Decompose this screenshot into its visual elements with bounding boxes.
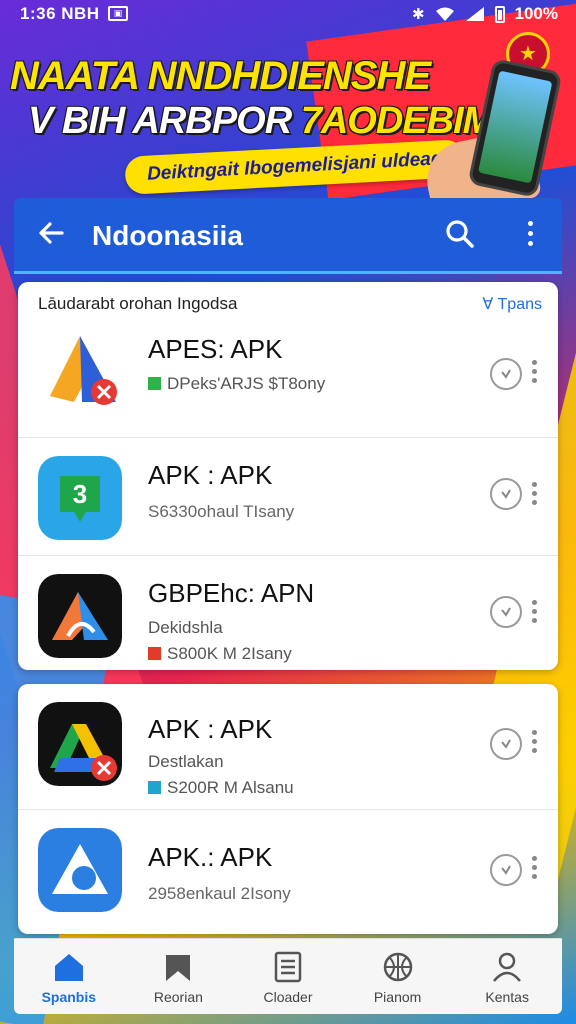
bottom-navigation: Spanbis Reorian Cloader Pianom Kentas xyxy=(14,938,562,1014)
status-bar: 1:36 NBH ▣ ✱ 100% xyxy=(0,0,576,30)
download-button[interactable] xyxy=(490,478,522,510)
app-name: APK : APK xyxy=(148,714,273,744)
app-developer: Destlakan xyxy=(148,752,224,771)
nav-item-kentas[interactable]: Kentas xyxy=(452,939,562,1014)
list-item[interactable]: APK.: APK 2958enkaul 2Isony xyxy=(18,810,558,934)
nav-label: Spanbis xyxy=(41,989,97,1005)
notification-icon: ▣ xyxy=(108,6,128,21)
app-name: APK : APK xyxy=(148,460,273,490)
banner-subheadline-part1: V BIH ARBPOR xyxy=(28,100,292,142)
app-icon-blue-green: 3 xyxy=(38,456,122,540)
category-icon xyxy=(148,781,161,794)
signal-icon xyxy=(465,7,484,21)
item-menu-icon[interactable] xyxy=(530,598,538,628)
app-icon-drive xyxy=(38,702,122,786)
banner-subheadline-part2: 7AODEBIM xyxy=(300,100,495,142)
nav-label: Reorian xyxy=(153,989,203,1005)
document-icon xyxy=(274,951,302,983)
page-title: Ndoonasiia xyxy=(92,220,243,251)
banner-headline: NAATA NNDHDIENSHE xyxy=(10,54,431,98)
home-icon xyxy=(54,954,83,981)
nav-item-cloader[interactable]: Cloader xyxy=(233,939,343,1014)
more-vert-icon[interactable] xyxy=(524,218,536,252)
app-meta: S800K M 2Isany xyxy=(148,644,292,664)
bluetooth-icon: ✱ xyxy=(411,6,425,23)
category-icon xyxy=(148,647,161,660)
svg-text:3: 3 xyxy=(73,479,87,509)
section-header: Lāudarabt orohan Ingodsa ∀ Tpans xyxy=(18,282,558,322)
list-item[interactable]: APES: APK DPeks'ARJS $T8ony xyxy=(18,322,558,438)
battery-icon xyxy=(494,5,505,23)
app-meta: 2958enkaul 2Isony xyxy=(148,884,291,903)
download-button[interactable] xyxy=(490,854,522,886)
category-icon xyxy=(148,377,161,390)
app-meta: DPeks'ARJS $T8ony xyxy=(148,374,325,394)
item-menu-icon[interactable] xyxy=(530,728,538,758)
section-title: Lāudarabt orohan Ingodsa xyxy=(38,294,238,313)
list-item[interactable]: 3 APK : APK S6330ohaul TIsany xyxy=(18,438,558,556)
nav-item-home[interactable]: Spanbis xyxy=(14,939,124,1014)
search-icon[interactable] xyxy=(442,216,478,252)
bookmark-icon xyxy=(166,955,191,981)
nav-item-reorian[interactable]: Reorian xyxy=(124,939,234,1014)
status-time: 1:36 NBH xyxy=(20,4,100,23)
app-list-card: Lāudarabt orohan Ingodsa ∀ Tpans APES: A… xyxy=(18,282,558,670)
app-meta: S200R M Alsanu xyxy=(148,778,294,798)
battery-percent: 100% xyxy=(514,4,558,23)
wifi-icon xyxy=(435,7,454,21)
app-name: APES: APK xyxy=(148,334,283,364)
banner-subheadline: V BIH ARBPOR 7AODEBIM xyxy=(28,100,495,143)
globe-icon xyxy=(383,952,412,982)
item-menu-icon[interactable] xyxy=(530,854,538,884)
nav-item-pianom[interactable]: Pianom xyxy=(343,939,453,1014)
status-icons: ✱ 100% xyxy=(412,4,558,24)
phone-illustration xyxy=(467,58,563,198)
nav-label: Kentas xyxy=(485,989,529,1005)
nav-label: Pianom xyxy=(373,989,422,1005)
list-item[interactable]: APK : APK Destlakan S200R M Alsanu xyxy=(18,684,558,810)
app-name: APK.: APK xyxy=(148,842,273,872)
app-icon-orange-blue xyxy=(38,326,122,410)
app-icon-black-triangle xyxy=(38,574,122,658)
nav-label: Cloader xyxy=(263,989,313,1005)
list-item[interactable]: GBPEhc: APN Dekidshla S800K M 2Isany xyxy=(18,556,558,670)
back-arrow-icon[interactable] xyxy=(36,218,66,254)
item-menu-icon[interactable] xyxy=(530,480,538,510)
app-meta: S6330ohaul TIsany xyxy=(148,502,295,521)
app-bar: Ndoonasiia xyxy=(14,198,562,274)
app-list-card: APK : APK Destlakan S200R M Alsanu APK.:… xyxy=(18,684,558,934)
item-menu-icon[interactable] xyxy=(530,358,538,388)
download-button[interactable] xyxy=(490,728,522,760)
banner-tagline: Deiktngait Ibogemelisjani uldeag xyxy=(124,139,466,195)
app-icon-blue-triangle xyxy=(38,828,122,912)
download-button[interactable] xyxy=(490,596,522,628)
app-name: GBPEhc: APN xyxy=(148,578,315,608)
section-link[interactable]: ∀ Tpans xyxy=(482,294,542,314)
person-icon xyxy=(493,952,522,982)
promo-banner[interactable]: NAATA NNDHDIENSHE V BIH ARBPOR 7AODEBIM … xyxy=(0,30,576,219)
app-developer: Dekidshla xyxy=(148,618,223,637)
download-button[interactable] xyxy=(490,358,522,390)
